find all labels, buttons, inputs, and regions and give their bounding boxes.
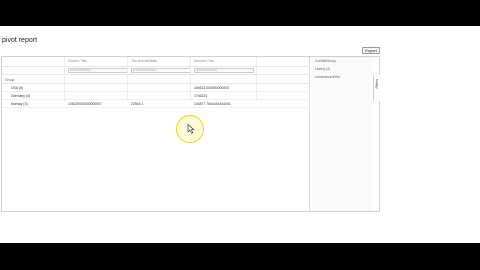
group-input[interactable] [64, 76, 250, 82]
column-dropdown[interactable]: (summarized/Yes) [68, 68, 128, 73]
row-label: Germany (4) [11, 94, 31, 98]
row-label: Norway (3) [11, 102, 28, 106]
column-header-row: Closed / Yes Thu at end/Neate Amount / Y… [2, 57, 310, 67]
table-row[interactable]: USA (5) 184613.000000000000 [2, 84, 310, 92]
column-divider [256, 57, 257, 101]
table-row[interactable]: Germany (4) 1746224 [2, 92, 310, 100]
column-header[interactable]: Closed / Yes [68, 59, 87, 63]
filters-label: Filters [375, 79, 379, 89]
pointer-cursor-icon [187, 124, 195, 134]
table-row[interactable]: Norway (3) 106220000000000007 22944.1 10… [2, 100, 310, 108]
column-header[interactable]: Amount / Yes [194, 59, 214, 63]
column-header[interactable]: Thu at end/Neate [131, 59, 157, 63]
field-item[interactable]: summarized/Yes [315, 75, 340, 79]
field-item[interactable]: ConfiletGroup [315, 59, 336, 63]
page-title: pivot report [2, 37, 38, 44]
export-button[interactable]: Export [362, 47, 380, 54]
table-cell: 1746224 [194, 94, 208, 98]
column-dropdown[interactable]: (summarized/Neate) [131, 68, 191, 73]
column-divider [64, 57, 65, 101]
row-label: USA (5) [11, 86, 23, 90]
table-cell: 106220000000000007 [68, 102, 102, 106]
table-cell: 104877.7844444444451 [194, 102, 231, 106]
table-cell: 184613.000000000000 [194, 86, 229, 90]
filters-tab[interactable]: Filters [373, 75, 380, 101]
top-letterbox [0, 0, 480, 26]
field-list-panel: ConfiletGroup Liberty (2) summarized/Yes [312, 57, 372, 211]
column-dropdown-row: (summarized/Yes) (summarized/Neate) (sum… [2, 67, 310, 75]
column-dropdown[interactable]: (summarized/Yes) [194, 68, 254, 73]
column-divider [190, 57, 191, 101]
column-divider [127, 57, 128, 101]
bottom-letterbox [0, 243, 480, 270]
group-header-row: Group [2, 75, 310, 84]
group-label: Group [5, 78, 15, 82]
app-screen: pivot report Export Closed / Yes Thu at … [0, 26, 480, 243]
table-cell: 22944.1 [131, 102, 144, 106]
pivot-grid: Closed / Yes Thu at end/Neate Amount / Y… [2, 57, 310, 211]
field-item[interactable]: Liberty (2) [315, 67, 330, 71]
